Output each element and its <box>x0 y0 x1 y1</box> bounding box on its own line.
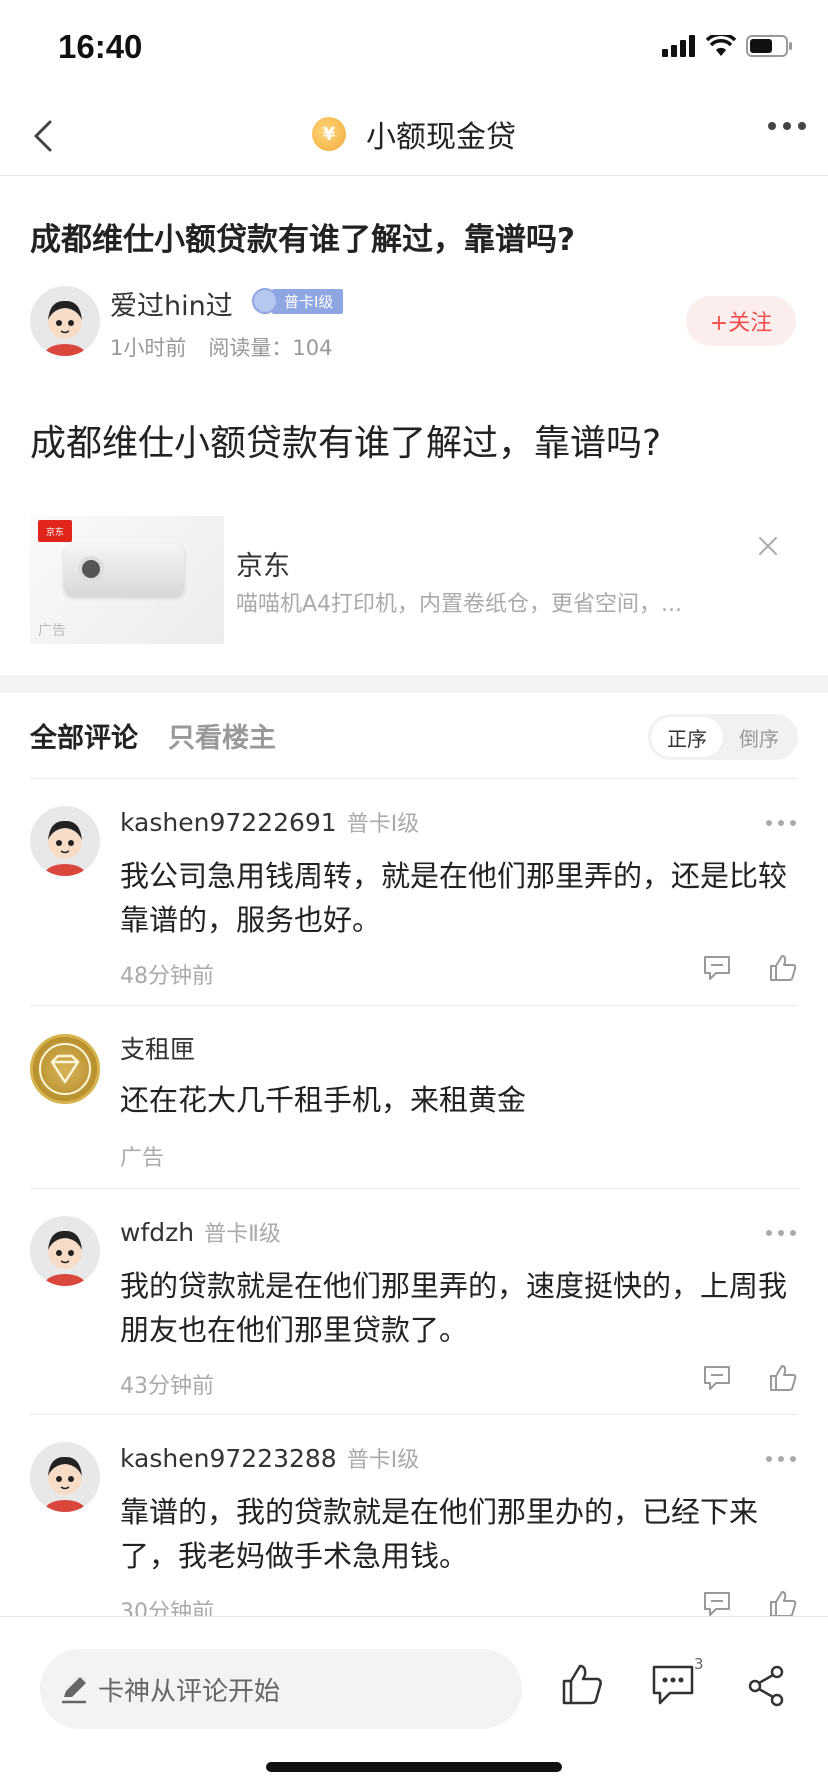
signal-icon <box>662 35 695 57</box>
jd-logo: 京东 <box>38 520 72 542</box>
ad-label: 广告 <box>120 1146 165 1171</box>
commenter-name[interactable]: wfdzh <box>120 1218 194 1247</box>
commenter-avatar[interactable] <box>30 806 100 876</box>
reply-icon[interactable] <box>702 1590 732 1618</box>
comment-icon[interactable] <box>650 1663 696 1707</box>
reply-icon[interactable] <box>702 954 732 982</box>
like-icon[interactable] <box>768 954 798 982</box>
sort-desc-button[interactable]: 倒序 <box>723 717 795 757</box>
comment-text: 我的贷款就是在他们那里弄的，速度挺快的，上周我朋友也在他们那里贷款了。 <box>120 1269 788 1347</box>
section-divider <box>0 675 828 693</box>
like-icon[interactable] <box>768 1364 798 1392</box>
divider <box>30 1005 798 1006</box>
comment-actions <box>702 1590 798 1618</box>
battery-icon <box>746 35 792 57</box>
post-title: 成都维仕小额贷款有谁了解过，靠谱吗? <box>30 222 575 258</box>
comment-text: 我公司急用钱周转，就是在他们那里弄的，还是比较靠谱的，服务也好。 <box>120 859 788 937</box>
author-level-badge: 普卡Ⅰ级 <box>252 288 344 314</box>
badge-label: 普卡Ⅰ级 <box>272 288 344 314</box>
comment-more-icon[interactable] <box>766 1456 796 1462</box>
comment-actions <box>702 1364 798 1392</box>
divider <box>30 778 798 779</box>
commenter-level: 普卡Ⅱ级 <box>204 1222 281 1247</box>
status-icons <box>662 34 794 58</box>
commenter-name[interactable]: kashen97223288 <box>120 1444 337 1473</box>
comment-actions <box>702 954 798 982</box>
post-body: 成都维仕小额贷款有谁了解过，靠谱吗? <box>30 423 662 464</box>
reply-icon[interactable] <box>702 1364 732 1392</box>
commenter-avatar[interactable] <box>30 1442 100 1512</box>
share-icon[interactable] <box>746 1665 788 1707</box>
divider <box>30 1414 798 1415</box>
close-icon[interactable] <box>756 534 780 558</box>
commenter-level: 普卡Ⅰ级 <box>346 812 420 837</box>
status-time: 16:40 <box>58 28 143 65</box>
comment-count: 3 <box>694 1655 704 1673</box>
status-bar: 16:40 <box>0 0 828 98</box>
ad-tag: 广告 <box>38 623 66 639</box>
tab-all-comments[interactable]: 全部评论 <box>30 716 138 755</box>
like-icon[interactable] <box>768 1590 798 1618</box>
author-name[interactable]: 爱过hin过 <box>110 284 233 323</box>
author-avatar[interactable] <box>30 286 100 356</box>
tab-owner-only[interactable]: 只看楼主 <box>168 716 276 755</box>
post-meta: 1小时前 阅读量：104 <box>110 332 332 362</box>
badge-icon <box>252 288 278 314</box>
comment-time: 48分钟前 <box>120 964 214 989</box>
like-icon[interactable] <box>560 1663 604 1707</box>
more-options-icon[interactable] <box>768 122 806 130</box>
coin-icon: ¥ <box>312 117 346 151</box>
commenter-info: kashen97222691 普卡Ⅰ级 <box>120 806 419 838</box>
commenter-info: kashen97223288 普卡Ⅰ级 <box>120 1442 419 1474</box>
nav-title-group[interactable]: ¥ 小额现金贷 <box>0 112 828 156</box>
cartoon-avatar-icon <box>30 1442 100 1512</box>
comment-input-placeholder: 卡神从评论开始 <box>98 1676 281 1707</box>
comment-text: 还在花大几千租手机，来租黄金 <box>120 1083 527 1117</box>
comment-more-icon[interactable] <box>766 1230 796 1236</box>
cartoon-avatar-icon <box>30 286 100 356</box>
commenter-name[interactable]: kashen97222691 <box>120 808 337 837</box>
comment-text: 靠谱的，我的贷款就是在他们那里办的，已经下来了，我老妈做手术急用钱。 <box>120 1495 759 1573</box>
home-indicator <box>266 1762 562 1772</box>
commenter-info: 支租匣 <box>120 1030 195 1066</box>
ad-brand: 京东 <box>236 551 290 582</box>
commenter-info: wfdzh 普卡Ⅱ级 <box>120 1216 281 1248</box>
sort-toggle: 正序 倒序 <box>648 714 798 760</box>
comment-input[interactable]: 卡神从评论开始 <box>40 1649 522 1729</box>
follow-button[interactable]: +关注 <box>686 296 796 346</box>
nav-bar: ¥ 小额现金贷 <box>0 98 828 176</box>
commenter-name[interactable]: 支租匣 <box>120 1030 195 1066</box>
pencil-icon <box>62 1677 86 1704</box>
sort-asc-button[interactable]: 正序 <box>651 717 723 757</box>
commenter-level: 普卡Ⅰ级 <box>346 1448 420 1473</box>
commenter-avatar[interactable] <box>30 1216 100 1286</box>
divider <box>30 1188 798 1189</box>
comment-more-icon[interactable] <box>766 820 796 826</box>
comment-time: 43分钟前 <box>120 1374 214 1399</box>
gold-logo-avatar[interactable] <box>30 1034 100 1104</box>
cartoon-avatar-icon <box>30 806 100 876</box>
wifi-icon <box>706 35 736 56</box>
gold-diamond-icon <box>39 1043 91 1095</box>
ad-card[interactable]: 京东 广告 京东 喵喵机A4打印机，内置卷纸仓，更省空间，... <box>30 516 800 644</box>
comment-tabs: 全部评论 只看楼主 <box>30 716 276 755</box>
post-reads: 阅读量：104 <box>208 336 333 360</box>
ad-description: 喵喵机A4打印机，内置卷纸仓，更省空间，... <box>236 592 683 617</box>
printer-image <box>64 544 184 596</box>
cartoon-avatar-icon <box>30 1216 100 1286</box>
ad-image[interactable]: 京东 广告 <box>30 516 224 644</box>
post-time: 1小时前 <box>110 336 187 360</box>
nav-title: 小额现金贷 <box>366 120 516 155</box>
